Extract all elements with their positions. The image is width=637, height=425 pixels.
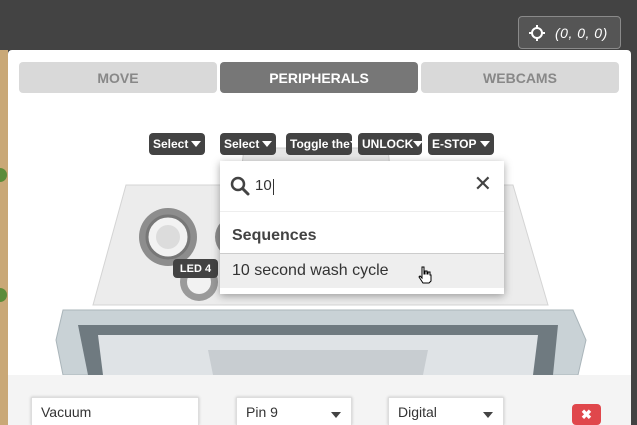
result-item[interactable]: 10 second wash cycle [220,254,504,288]
select-dropdown-2[interactable]: Select [220,133,276,155]
toggle-dropdown[interactable]: Toggle the [286,133,352,155]
tab-move[interactable]: MOVE [19,62,217,93]
coordinates-text: (0, 0, 0) [555,24,608,41]
tab-peripherals[interactable]: PERIPHERALS [220,62,418,93]
chevron-down-icon [483,412,493,418]
estop-button[interactable]: E-STOP [428,133,494,155]
control-label: E-STOP [432,137,477,151]
chevron-down-icon [262,141,272,147]
divider [220,211,504,212]
plant-marker [0,168,7,182]
mode-value: Digital [398,403,437,420]
mode-select[interactable]: Digital [388,397,504,425]
peripheral-name-input[interactable]: Vacuum [31,397,199,425]
panel-tabs: MOVE PERIPHERALS WEBCAMS [19,62,619,93]
chevron-down-icon [191,141,201,147]
crosshair-icon [529,24,545,41]
search-row: 10 ✕ [220,161,504,211]
delete-button[interactable]: ✖ [572,404,601,425]
control-label: UNLOCK [362,137,414,151]
coordinates-button[interactable]: (0, 0, 0) [518,16,621,49]
search-dropdown: 10 ✕ Sequences 10 second wash cycle [220,161,504,294]
search-icon [230,176,250,196]
led-label[interactable]: LED 4 [173,259,218,278]
chevron-down-icon [480,141,490,147]
control-label: Toggle the [290,137,350,151]
control-label: Select [224,137,260,151]
top-bar: (0, 0, 0) [0,0,637,50]
pin-value: Pin 9 [246,403,278,420]
plant-marker [0,288,7,302]
chevron-down-icon [413,141,422,147]
peripheral-name-value: Vacuum [41,403,92,420]
result-item-label: 10 second wash cycle [232,262,389,279]
unlock-button[interactable]: UNLOCK [358,133,422,155]
garden-map-edge [0,50,8,425]
tab-webcams[interactable]: WEBCAMS [421,62,619,93]
control-label: Select [153,137,189,151]
chevron-down-icon [331,412,341,418]
results-group-label: Sequences [232,227,317,244]
close-icon[interactable]: ✕ [474,173,492,195]
search-input[interactable]: 10 [255,177,274,194]
select-dropdown-1[interactable]: Select [149,133,205,155]
chevron-down-icon [349,141,352,147]
hand-cursor-icon [418,266,432,284]
pin-select[interactable]: Pin 9 [236,397,352,425]
